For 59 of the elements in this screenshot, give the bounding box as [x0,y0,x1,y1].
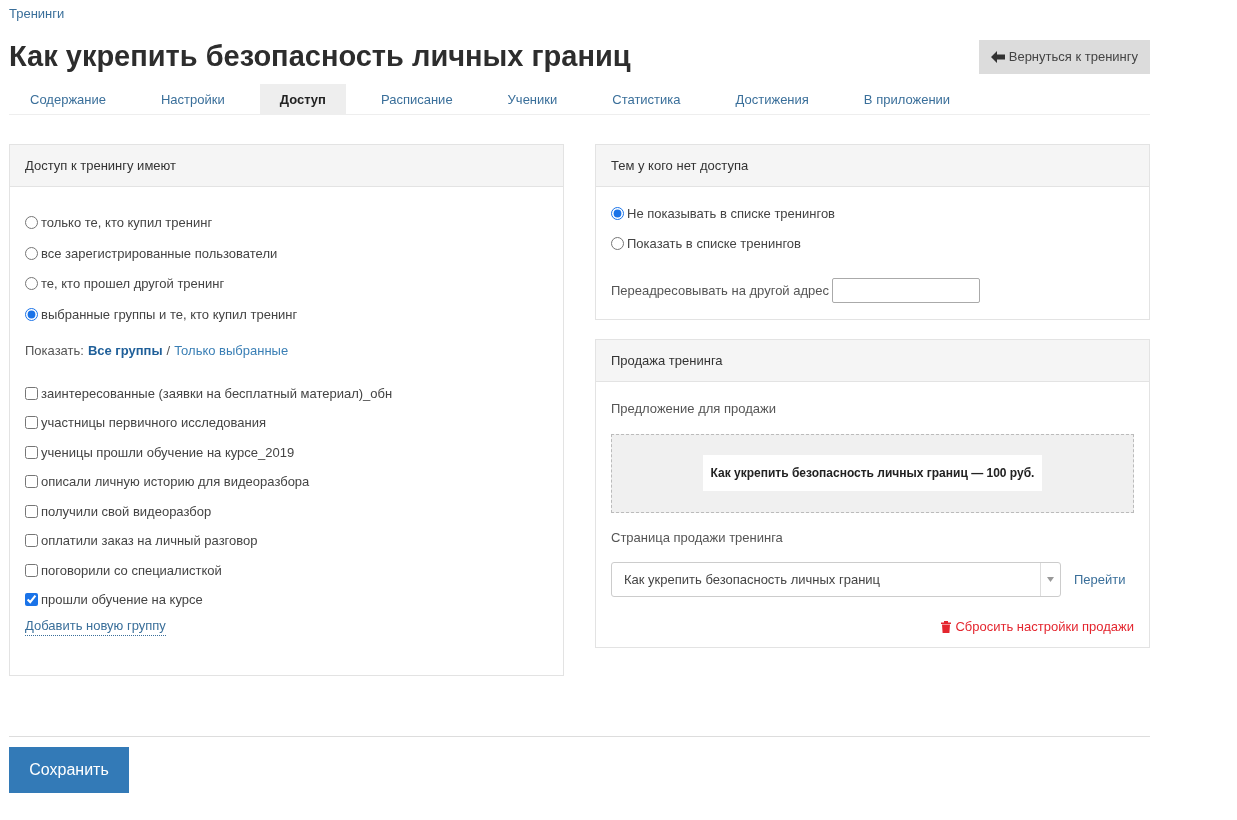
sale-page-select[interactable]: Как укрепить безопасность личных границ [611,562,1061,597]
tab[interactable]: Содержание [10,84,126,115]
group-label: прошли обучение на курсе [41,591,203,609]
tab[interactable]: Ученики [487,84,578,115]
checkbox[interactable] [25,534,38,548]
filter-link[interactable]: Только выбранные [174,341,289,361]
arrow-left-icon [990,51,1005,63]
option-label: Показать в списке тренингов [627,234,801,253]
trash-icon [941,620,952,633]
add-group-link[interactable]: Добавить новую группу [25,615,166,636]
offer-label: Предложение для продажи [611,400,777,418]
checkbox[interactable] [25,445,38,459]
checkbox[interactable] [25,504,38,518]
tab[interactable]: Доступ [259,84,346,115]
breadcrumb-link[interactable]: Тренинги [9,6,65,21]
reset-sale-settings-link[interactable]: Сбросить настройки продажи [941,617,1134,637]
checkbox[interactable] [25,386,38,400]
tab[interactable]: Настройки [141,84,245,115]
back-button[interactable]: Вернуться к тренингу [978,40,1150,74]
tab[interactable]: В приложении [843,84,971,115]
group-label: поговорили со специалисткой [41,561,222,580]
save-button[interactable]: Сохранить [9,747,129,793]
group-label: участницы первичного исследования [41,414,267,432]
radio-button[interactable] [611,207,624,221]
panel-title: Тем у кого нет доступа [596,145,1149,187]
go-link[interactable]: Перейти [1074,569,1126,590]
checkbox[interactable] [25,416,38,430]
tab[interactable]: Расписание [360,84,473,115]
group-label: получили свой видеоразбор [41,502,212,521]
radio-button[interactable] [25,216,38,230]
group-label: описали личную историю для видеоразбора [41,473,310,491]
redirect-url-field[interactable] [832,278,980,303]
group-label: оплатили заказ на личный разговор [41,532,258,550]
panel-title: Доступ к тренингу имеют [10,145,563,187]
group-label: ученицы прошли обучение на курсе_2019 [41,443,295,462]
checkbox[interactable] [25,475,38,489]
option-label: те, кто прошел другой тренинг [41,275,225,293]
checkbox[interactable] [25,563,38,577]
radio-button[interactable] [25,277,38,291]
redirect-label: Переадресовывать на другой адрес [611,281,829,300]
option-label: Не показывать в списке тренингов [627,205,836,223]
filter-label: Показать: [25,342,84,360]
option-label: все зарегистрированные пользователи [41,244,278,263]
tab[interactable]: Достижения [715,84,829,115]
tab[interactable]: Статистика [592,84,701,115]
group-label: заинтересованные (заявки на бесплатный материал)_обн [41,384,393,403]
radio-button[interactable] [25,307,38,321]
option-label: только те, кто купил тренинг [41,214,213,232]
offer-card: Как укрепить безопасность личных границ — 100 руб. [702,455,1043,491]
sale-page-label: Страница продажи тренинга [611,528,784,547]
page-title: Как укрепить безопасность личных границ [9,39,631,75]
checkbox[interactable] [25,593,38,607]
panel-title: Продажа тренинга [596,340,1149,382]
separator: / [166,342,171,360]
radio-button[interactable] [25,246,38,260]
option-label: выбранные группы и те, кто купил тренинг [41,305,298,324]
radio-button[interactable] [611,236,624,250]
dropdown-caret-icon [1047,577,1054,582]
filter-link[interactable]: Все группы [87,341,163,361]
